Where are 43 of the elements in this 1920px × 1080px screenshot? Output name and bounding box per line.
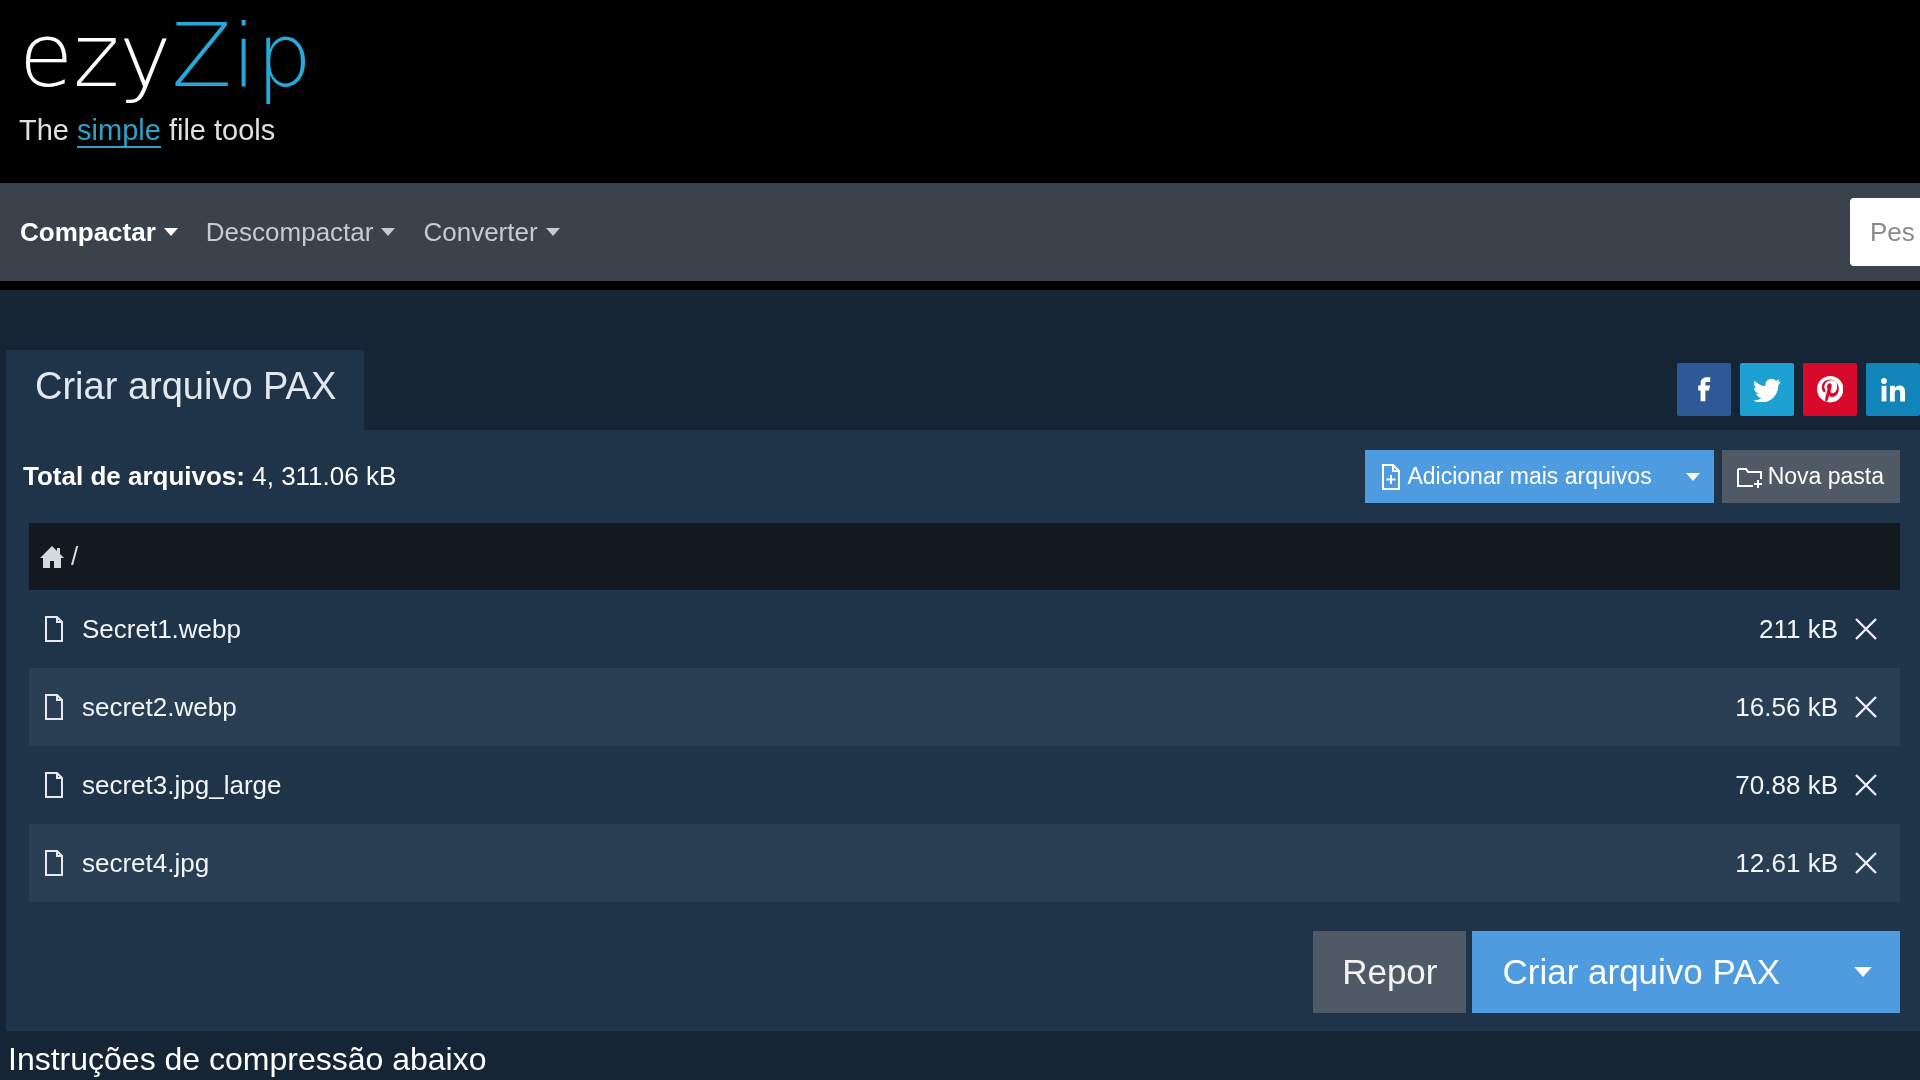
caret-icon <box>1854 967 1872 977</box>
file-icon <box>44 694 64 720</box>
share-button[interactable] <box>1803 363 1857 416</box>
file-icon <box>44 616 64 642</box>
caret-icon <box>163 228 178 236</box>
remove-icon[interactable] <box>1854 851 1878 875</box>
pinterest-icon <box>1816 376 1844 403</box>
caret-icon <box>381 228 396 236</box>
reset-button[interactable]: Repor <box>1313 931 1467 1013</box>
share-button[interactable] <box>1677 363 1731 416</box>
tagline: The simple file tools <box>19 114 276 147</box>
search-field[interactable]: Pes <box>1850 198 1920 266</box>
logo[interactable]: ezyZip <box>19 4 312 108</box>
file-name: secret3.jpg_large <box>82 769 283 801</box>
caret-icon <box>1685 473 1700 481</box>
share-button[interactable] <box>1740 363 1794 416</box>
remove-icon[interactable] <box>1854 695 1878 719</box>
section-heading: Instruções de compressão abaixo <box>8 1041 487 1078</box>
file-size: 12.61 kB <box>1735 847 1838 879</box>
file-name: Secret1.webp <box>82 613 242 645</box>
file-icon <box>44 772 64 798</box>
remove-icon[interactable] <box>1854 617 1878 641</box>
nav-menu[interactable]: Compactar <box>20 216 178 248</box>
nav-menu[interactable]: Descompactar <box>205 216 396 248</box>
caret-icon <box>545 228 560 236</box>
twitter-icon <box>1752 377 1782 402</box>
remove-icon[interactable] <box>1854 773 1878 797</box>
file-plus-icon <box>1381 463 1402 490</box>
file-name: secret4.jpg <box>82 847 211 879</box>
new-folder-button[interactable]: Nova pasta <box>1721 450 1900 503</box>
total-summary: Total de arquivos: 4, 311.06 kB <box>23 461 397 492</box>
nav-menu[interactable]: Converter <box>423 216 560 248</box>
file-size: 70.88 kB <box>1735 769 1838 801</box>
file-size: 211 kB <box>1759 613 1838 645</box>
file-icon <box>44 850 64 876</box>
facebook-icon <box>1696 376 1712 403</box>
panel-tab[interactable]: Criar arquivo PAX <box>6 350 365 430</box>
share-button[interactable] <box>1866 363 1920 416</box>
home-icon[interactable] <box>39 544 65 569</box>
file-name: secret2.webp <box>82 691 238 723</box>
breadcrumb-path[interactable]: / <box>71 541 79 572</box>
file-size: 16.56 kB <box>1735 691 1838 723</box>
linkedin-icon <box>1880 377 1906 402</box>
